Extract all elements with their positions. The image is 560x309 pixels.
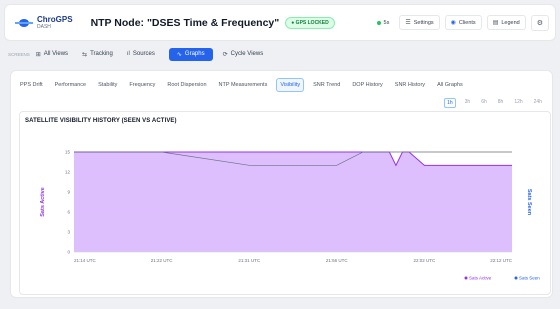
view-item-label: Graphs [184, 51, 205, 57]
y-tick-label: 12 [65, 170, 71, 175]
range-3h[interactable]: 3h [463, 98, 473, 108]
view-sources[interactable]: ıl Sources [127, 51, 155, 57]
visibility-chart-card: SATELLITE VISIBILITY HISTORY (SEEN VS AC… [19, 111, 551, 295]
x-tick-label: 21:14 UTC [74, 258, 97, 263]
y-tick-label: 9 [67, 190, 70, 195]
sats-active-area [74, 152, 512, 252]
gps-status-badge: ● GPS LOCKED [285, 16, 335, 29]
bars-icon: ıl [126, 51, 130, 57]
legend-button[interactable]: ▤ Legend [486, 15, 526, 30]
clients-icon: ◉ [450, 20, 456, 26]
tab-snr-trend[interactable]: SNR Trend [310, 79, 343, 91]
visibility-chart: 0 3 6 9 12 15 21:14 UTC 21:22 UTC 21:31 UTC 21:56… [40, 150, 540, 281]
satellite-logo-icon [15, 17, 33, 29]
clients-button[interactable]: ◉ Clients [444, 15, 482, 30]
view-item-label: Cycle Views [230, 51, 264, 57]
pulse-icon: ∿ [176, 51, 182, 58]
x-tick-label: 21:56 UTC [326, 258, 349, 263]
range-1h[interactable]: 1h [444, 98, 456, 108]
legend-marker [464, 276, 468, 280]
tab-root-dispersion[interactable]: Root Dispersion [164, 79, 209, 91]
settings-label: Settings [413, 19, 434, 26]
app-logo[interactable]: ChroGPS DASH [15, 14, 73, 30]
legend-marker [514, 276, 518, 280]
tab-performance[interactable]: Performance [52, 79, 90, 91]
y-axis-label-left: Sats Active [40, 187, 46, 216]
tab-stability[interactable]: Stability [95, 79, 120, 91]
refresh-interval-label: 5s [383, 19, 390, 26]
y-tick-label: 6 [67, 210, 70, 215]
x-tick-label: 21:31 UTC [238, 258, 261, 263]
page-title: NTP Node: "DSES Time & Frequency" [90, 16, 280, 29]
x-tick-label: 21:22 UTC [151, 258, 174, 263]
settings-button[interactable]: ☰ Settings [399, 15, 440, 30]
view-all-views[interactable]: ⊞ All Views [36, 51, 68, 58]
range-8h[interactable]: 8h [496, 98, 506, 108]
live-dot-icon [376, 20, 381, 25]
range-6h[interactable]: 6h [479, 98, 489, 108]
range-12h[interactable]: 12h [512, 98, 524, 108]
view-bar-label: SCREENS [8, 51, 30, 57]
graph-tabs: PPS Drift Performance Stability Frequenc… [17, 77, 472, 93]
y-tick-label: 15 [65, 150, 71, 155]
legend-label: Sats Seen [519, 276, 540, 281]
tab-ntp-measurements[interactable]: NTP Measurements [216, 79, 271, 91]
logo-subtitle: DASH [37, 23, 51, 30]
grid-icon: ⊞ [35, 51, 41, 58]
tab-dop-history[interactable]: DOP History [349, 79, 385, 91]
tab-snr-history[interactable]: SNR History [392, 79, 428, 91]
view-graphs[interactable]: ∿ Graphs [168, 47, 213, 61]
view-bar: SCREENS ⊞ All Views ⇆ Tracking ıl Source… [4, 44, 556, 64]
time-range-selector: 1h 3h 6h 8h 12h 24h [437, 98, 544, 108]
view-tracking[interactable]: ⇆ Tracking [82, 51, 113, 58]
logo-name: ChroGPS [37, 14, 73, 24]
tracking-icon: ⇆ [82, 51, 88, 58]
tab-frequency[interactable]: Frequency [126, 79, 158, 91]
view-item-label: Tracking [90, 51, 113, 57]
y-tick-label: 0 [67, 250, 70, 255]
view-cycle-views[interactable]: ⟳ Cycle Views [223, 51, 264, 58]
graphs-panel: PPS Drift Performance Stability Frequenc… [10, 70, 553, 298]
app-header: ChroGPS DASH NTP Node: "DSES Time & Freq… [4, 4, 556, 41]
tab-all-graphs[interactable]: All Graphs [434, 79, 466, 91]
clients-label: Clients [458, 19, 476, 26]
y-tick-label: 3 [67, 230, 70, 235]
cycle-icon: ⟳ [222, 51, 228, 58]
refresh-interval-indicator[interactable]: 5s [371, 16, 395, 29]
gear-icon: ⚙ [536, 19, 543, 27]
tab-pps-drift[interactable]: PPS Drift [17, 79, 46, 91]
legend-label: Legend [501, 19, 520, 26]
x-tick-label: 22:12 UTC [490, 258, 513, 263]
legend-icon: ▤ [492, 20, 499, 26]
settings-sliders-icon: ☰ [405, 20, 411, 26]
tab-visibility[interactable]: Visibility [276, 78, 305, 92]
x-tick-label: 22:02 UTC [414, 258, 437, 263]
gear-button[interactable]: ⚙ [530, 14, 549, 31]
y-axis-label-right: Sats Seen [526, 189, 532, 216]
range-24h[interactable]: 24h [532, 98, 544, 108]
legend-label: Sats Active [469, 276, 492, 281]
view-item-label: All Views [43, 51, 69, 57]
view-item-label: Sources [132, 51, 155, 57]
